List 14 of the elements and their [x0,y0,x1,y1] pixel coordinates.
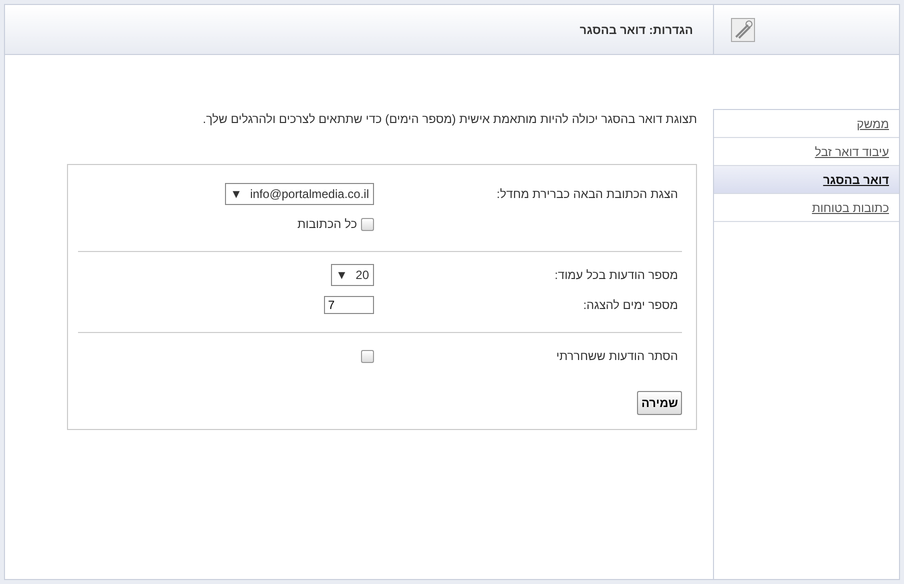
field-label: הצגת הכתובת הבאה כברירת מחדל: [496,187,678,201]
sidebar-item[interactable]: ממשק [714,110,899,138]
page-title: הגדרות: דואר בהסגר [578,22,694,38]
save-button[interactable]: שמירה [637,391,682,415]
input-field[interactable]: 7 [324,296,374,314]
dropdown[interactable]: ▼ 20 [330,264,374,286]
field-label: מספר הודעות בכל עמוד: [554,268,678,282]
intro-text: תצוגת דואר בהסגר יכולה להיות מותאמת אישית (מספר הימים) כדי שתתאים לצרכים ולהרגלים שלך. [202,111,697,128]
sidebar-item[interactable]: כתובות בטוחות [714,194,899,222]
field-label: מספר ימים להצגה: [583,298,678,312]
checkbox-label: הסתר הודעות ששחררתי [556,349,678,363]
checkbox-label: כל הכתובות [297,216,357,233]
dropdown[interactable]: ▼ info@portalmedia.co.il [225,183,374,205]
sidebar-item[interactable]: דואר בהסגר [714,166,899,194]
